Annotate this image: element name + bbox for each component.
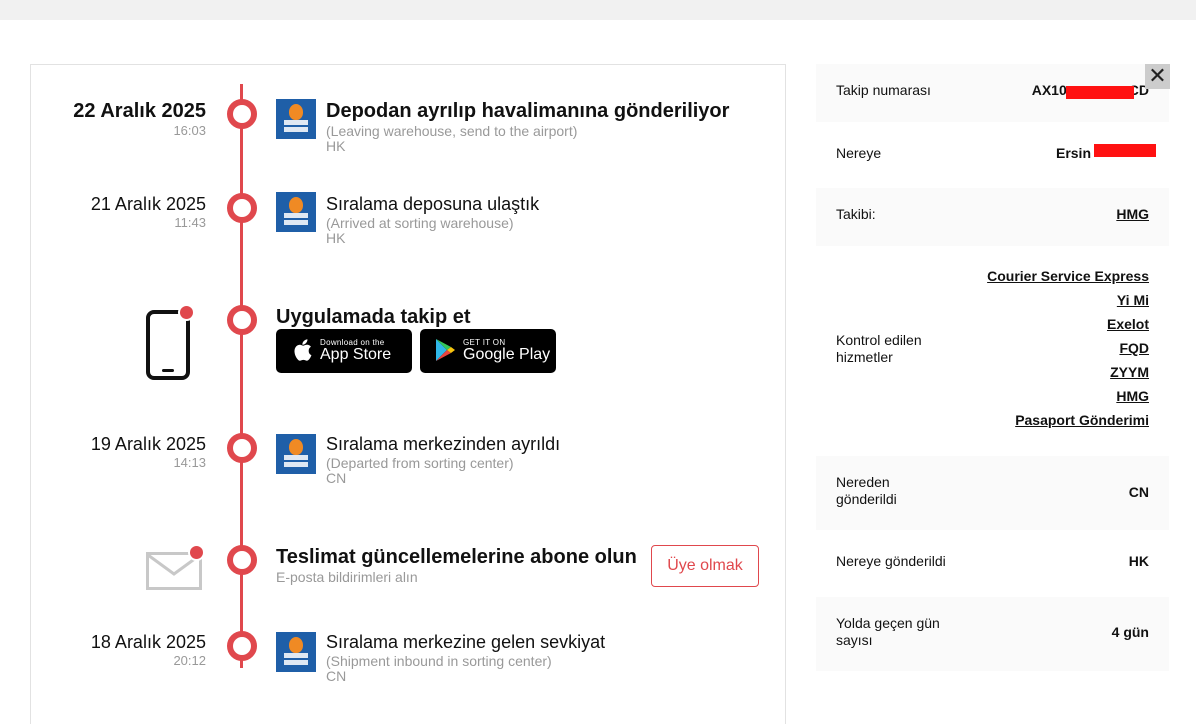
apple-icon xyxy=(294,339,312,361)
event-location: CN xyxy=(326,470,347,486)
event-location: HK xyxy=(326,230,346,246)
close-button[interactable]: ✕ xyxy=(1145,64,1170,89)
sent-to-row: Nereye gönderildi HK xyxy=(816,534,1169,592)
event-time: 14:13 xyxy=(173,455,206,470)
transit-days-value: 4 gün xyxy=(1111,624,1149,640)
event-date: 18 Aralık 2025 xyxy=(90,632,206,652)
carrier-logo-icon xyxy=(276,99,316,139)
origin-row: Nereden gönderildi CN xyxy=(816,456,1169,530)
subscribe-button[interactable]: Üye olmak xyxy=(651,545,759,587)
event-subtitle: (Departed from sorting center) xyxy=(326,455,514,471)
sent-to-label: Nereye gönderildi xyxy=(836,553,946,569)
transit-days-row: Yolda geçen gün sayısı 4 gün xyxy=(816,597,1169,671)
carrier-logo-icon xyxy=(276,632,316,672)
timeline-node xyxy=(227,545,257,575)
origin-value: CN xyxy=(1128,484,1149,500)
app-promo-title: Uygulamada takip et xyxy=(276,306,471,328)
event-date: 21 Aralık 2025 xyxy=(90,194,206,214)
notification-dot xyxy=(178,304,195,321)
destination-label: Nereye xyxy=(836,145,882,161)
timeline-node xyxy=(227,99,257,129)
service-link[interactable]: FQD xyxy=(1119,340,1149,356)
event-title: Sıralama merkezine gelen sevkiyat xyxy=(326,632,606,652)
timeline-card xyxy=(30,64,786,724)
redaction-mark xyxy=(1066,86,1134,99)
event-subtitle: (Shipment inbound in sorting center) xyxy=(326,653,552,669)
event-time: 20:12 xyxy=(173,653,206,668)
service-link[interactable]: HMG xyxy=(1116,388,1149,404)
event-subtitle: (Leaving warehouse, send to the airport) xyxy=(326,123,578,139)
timeline-node xyxy=(227,305,257,335)
google-play-label: Google Play xyxy=(463,346,551,363)
tracker-link[interactable]: HMG xyxy=(1116,206,1149,222)
transit-days-label: Yolda geçen gün sayısı xyxy=(836,615,940,648)
timeline-node xyxy=(227,631,257,661)
sent-to-value: HK xyxy=(1128,553,1149,569)
close-icon: ✕ xyxy=(1148,63,1167,88)
service-link[interactable]: Exelot xyxy=(1107,316,1149,332)
carrier-logo-icon xyxy=(276,434,316,474)
subscribe-title: Teslimat güncellemelerine abone olun xyxy=(276,546,637,568)
event-location: HK xyxy=(326,138,346,154)
notification-dot xyxy=(188,544,205,561)
tracker-row: Takibi: HMG xyxy=(816,188,1169,246)
service-link[interactable]: ZYYM xyxy=(1110,364,1149,380)
event-time: 11:43 xyxy=(174,215,206,230)
service-link[interactable]: Pasaport Gönderimi xyxy=(1015,412,1149,428)
event-date: 19 Aralık 2025 xyxy=(90,434,206,454)
subscribe-subtitle: E-posta bildirimleri alın xyxy=(276,569,418,585)
event-title: Sıralama merkezinden ayrıldı xyxy=(326,434,561,454)
services-label: Kontrol edilen hizmetler xyxy=(836,332,922,365)
event-date: 22 Aralık 2025 xyxy=(73,100,206,122)
tracker-label: Takibi: xyxy=(836,206,876,222)
app-store-button[interactable]: Download on the App Store xyxy=(276,329,412,373)
event-location: CN xyxy=(326,668,347,684)
carrier-logo-icon xyxy=(276,192,316,232)
service-link[interactable]: Yi Mi xyxy=(1117,292,1149,308)
timeline-node xyxy=(227,433,257,463)
event-title: Sıralama deposuna ulaştık xyxy=(326,194,540,214)
tracking-number-label: Takip numarası xyxy=(836,82,931,98)
event-time: 16:03 xyxy=(173,123,206,138)
google-play-icon xyxy=(436,339,455,361)
timeline-line xyxy=(240,84,243,668)
event-title: Depodan ayrılıp havalimanına gönderiliyo… xyxy=(326,100,730,122)
redaction-mark xyxy=(1094,144,1156,157)
top-bar xyxy=(0,0,1196,20)
event-subtitle: (Arrived at sorting warehouse) xyxy=(326,215,514,231)
service-link[interactable]: Courier Service Express xyxy=(987,268,1149,284)
timeline-node xyxy=(227,193,257,223)
app-store-label: App Store xyxy=(320,346,392,363)
origin-label: Nereden gönderildi xyxy=(836,474,897,507)
google-play-button[interactable]: GET IT ON Google Play xyxy=(420,329,556,373)
